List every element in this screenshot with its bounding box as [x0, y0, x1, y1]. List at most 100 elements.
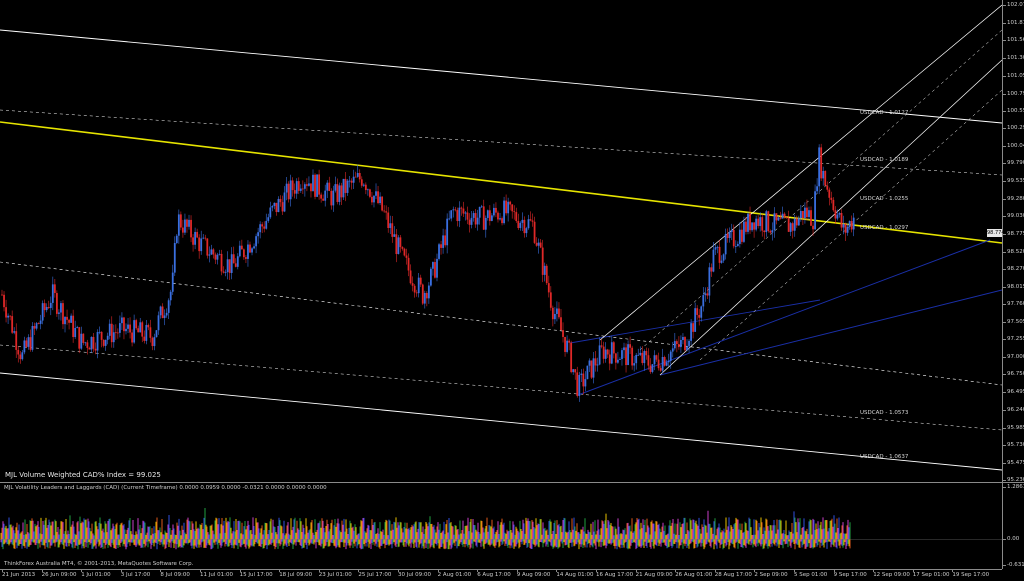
- price-tick-label: 99.790: [1002, 160, 1024, 166]
- candle-body: [381, 196, 384, 211]
- candle: [369, 188, 371, 199]
- candle: [484, 215, 487, 238]
- candle: [338, 182, 341, 206]
- indicator-pane[interactable]: [0, 483, 1002, 569]
- candle: [659, 365, 662, 372]
- candle-body: [553, 313, 556, 320]
- candle: [610, 335, 613, 365]
- blue-channel-line: [577, 239, 991, 396]
- candle-body: [232, 254, 235, 264]
- candle: [425, 291, 428, 307]
- candle-body: [728, 231, 731, 239]
- candle-body: [767, 211, 770, 231]
- candle: [98, 326, 101, 335]
- candle-body: [190, 219, 192, 238]
- candle: [564, 336, 566, 357]
- candle: [385, 205, 388, 220]
- candle: [434, 258, 436, 279]
- candle: [700, 305, 703, 322]
- candle: [427, 282, 430, 304]
- price-axis[interactable]: 102.070 101.815 101.560 101.305 101.050 100.7…: [1002, 0, 1024, 483]
- candle: [413, 284, 416, 298]
- candle-body: [645, 351, 648, 356]
- candle-body: [155, 330, 158, 338]
- candle-body: [590, 360, 593, 378]
- candle-body: [299, 188, 302, 191]
- candle-body: [289, 180, 292, 200]
- price-tick-label: 95.985: [1002, 425, 1024, 431]
- candle-body: [287, 183, 290, 200]
- candle-body: [562, 330, 564, 337]
- candle: [78, 326, 81, 354]
- candle-body: [377, 191, 379, 204]
- indicator-axis[interactable]: 1.2861 0.00 -0.6312: [1002, 483, 1024, 569]
- candle-body: [369, 189, 371, 197]
- candle: [637, 348, 640, 356]
- candle: [58, 309, 60, 320]
- candle: [94, 342, 97, 355]
- candle: [31, 322, 34, 352]
- candle: [232, 246, 235, 264]
- candle: [535, 237, 538, 247]
- candle: [521, 212, 524, 231]
- price-chart[interactable]: [0, 0, 1002, 482]
- candle: [51, 276, 54, 311]
- time-axis[interactable]: 21 Jun 2013 26 Jun 09:00 1 Jul 01:00 3 Jul …: [0, 569, 1002, 581]
- candle-body: [334, 184, 337, 191]
- candle: [287, 181, 290, 203]
- candle: [767, 210, 770, 233]
- candle: [346, 178, 349, 196]
- candle-body: [27, 337, 30, 347]
- candle-body: [19, 354, 22, 360]
- candle-body: [306, 184, 308, 186]
- candle-body: [295, 181, 298, 194]
- candle-body: [423, 292, 426, 304]
- candle-body: [545, 265, 548, 284]
- candle: [66, 309, 68, 325]
- candle-body: [55, 293, 58, 314]
- candle-body: [692, 323, 695, 332]
- candle: [127, 318, 129, 334]
- candle-body: [537, 242, 540, 246]
- candle-body: [824, 170, 827, 186]
- candle-body: [135, 320, 138, 329]
- candle-body: [818, 147, 821, 187]
- candle-body: [245, 257, 247, 259]
- chart-window[interactable]: 102.070 101.815 101.560 101.305 101.050 100.7…: [0, 0, 1024, 580]
- candle: [153, 333, 156, 351]
- candle-body: [429, 268, 432, 286]
- candle: [497, 210, 499, 223]
- channel-label: USDCAD - 1.0127: [860, 110, 909, 116]
- candle-body: [763, 230, 766, 233]
- time-tick-label: 26 Jun 09:00: [41, 569, 77, 578]
- candle: [476, 209, 479, 231]
- candle-body: [637, 354, 640, 356]
- candle-body: [316, 174, 318, 197]
- price-chart-pane[interactable]: [0, 0, 1002, 482]
- candle: [366, 188, 369, 196]
- candle: [438, 242, 440, 261]
- candle-body: [127, 324, 129, 329]
- candle-body: [789, 223, 792, 232]
- candle: [724, 228, 727, 260]
- candle: [110, 316, 113, 348]
- volatility-histogram[interactable]: [0, 483, 1002, 569]
- candle-body: [421, 284, 424, 304]
- candle: [316, 174, 318, 198]
- candle-body: [228, 259, 231, 273]
- candle: [377, 186, 379, 205]
- candle: [763, 230, 766, 240]
- candle-body: [171, 272, 174, 292]
- candle-body: [456, 210, 459, 222]
- candle: [214, 252, 217, 264]
- candle-body: [490, 215, 493, 221]
- candle: [423, 290, 426, 309]
- time-tick-label: 9 Sep 17:00: [833, 569, 867, 578]
- candle-body: [795, 218, 798, 226]
- candle: [480, 204, 483, 208]
- candle-body: [501, 218, 503, 224]
- candle: [234, 258, 237, 268]
- candle-body: [686, 346, 688, 351]
- candle: [572, 369, 575, 375]
- time-tick-label: 12 Sep 09:00: [873, 569, 910, 578]
